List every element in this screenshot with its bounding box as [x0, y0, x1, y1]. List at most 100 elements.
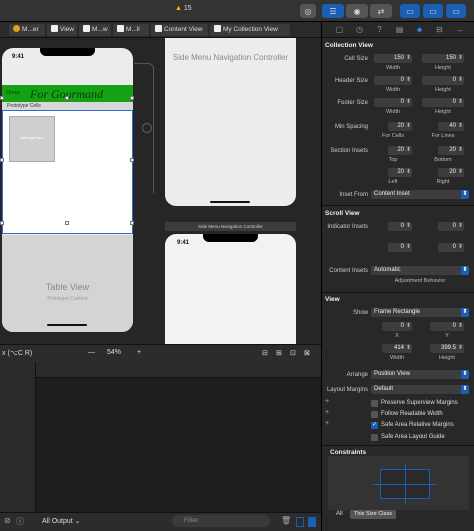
jump-tab-content-view[interactable]: Content View	[151, 24, 208, 36]
auto-icon[interactable]: ⊘	[4, 516, 11, 525]
content-insets-select[interactable]: Automatic	[371, 266, 469, 275]
inset-from-select[interactable]: Content Inset	[371, 190, 469, 199]
indicator-inset-field[interactable]: 0	[438, 243, 464, 252]
split-left-icon[interactable]	[296, 517, 304, 527]
table-view[interactable]: Table View Prototype Content	[2, 235, 133, 332]
constraints-panel	[328, 456, 469, 510]
indicator-inset-field[interactable]: 0	[388, 222, 412, 231]
help-icon[interactable]: ?	[375, 25, 384, 34]
top-caption: Top	[388, 157, 398, 163]
inspector-toggle-icon[interactable]: ▭	[446, 4, 466, 18]
collection-view-selected[interactable]: UIImageView	[2, 110, 133, 234]
jump-tab-view[interactable]: View	[47, 24, 77, 36]
variables-view[interactable]	[0, 362, 36, 512]
info-icon[interactable]: ⓘ	[16, 516, 24, 527]
scene-bottom-phone[interactable]: 9:41	[165, 234, 296, 344]
resize-handle[interactable]	[65, 96, 69, 100]
resize-handle[interactable]	[0, 96, 4, 100]
editor-assistant-icon[interactable]: ◉	[346, 4, 368, 18]
resize-handle[interactable]	[0, 158, 4, 162]
inset-top-field[interactable]: 20	[388, 146, 412, 155]
scene-main-phone[interactable]: 9:41 Home For Gourmand Prototype Cells U…	[2, 48, 133, 332]
debug-toggle-icon[interactable]: ▭	[423, 4, 443, 18]
segue-icon[interactable]	[142, 123, 152, 133]
segment-all[interactable]: All	[336, 511, 343, 517]
header-width-field[interactable]: 0	[374, 76, 412, 85]
inset-bottom-field[interactable]: 20	[438, 146, 464, 155]
preserve-superview-label: Preserve Superview Margins	[381, 400, 458, 406]
size-icon[interactable]: ⊟	[435, 25, 444, 34]
identity-icon[interactable]: ▤	[395, 25, 404, 34]
resolve-icon[interactable]: ⊠	[304, 349, 310, 357]
output-scope-select[interactable]: All Output ⌄	[42, 517, 81, 525]
scroll-view-header[interactable]: Scroll View	[325, 210, 360, 217]
warning-indicator[interactable]: ▲ 15	[175, 5, 192, 12]
console-view[interactable]	[36, 378, 321, 512]
width-caption: Width	[385, 65, 401, 71]
for-lines-caption: For Lines	[431, 133, 455, 139]
inset-right-field[interactable]: 20	[438, 168, 464, 177]
constraints-header[interactable]: Constraints	[330, 449, 366, 456]
collection-view-header[interactable]: Collection View	[325, 42, 373, 49]
trash-icon[interactable]: 🗑	[281, 516, 291, 525]
safe-area-margins-checkbox[interactable]: ✓	[371, 422, 378, 429]
file-inspector-icon[interactable]: ▢	[335, 25, 344, 34]
target-icon[interactable]: ◎	[300, 4, 316, 18]
jump-tab-collection-view[interactable]: My Collection View	[210, 24, 290, 36]
spacing-cells-field[interactable]: 20	[388, 122, 412, 131]
spacing-lines-field[interactable]: 40	[438, 122, 464, 131]
resize-handle[interactable]	[65, 221, 69, 225]
arrange-select[interactable]: Position View	[371, 370, 469, 379]
layout-margins-select[interactable]: Default	[371, 385, 469, 394]
jump-tab-ml[interactable]: M...ll	[113, 24, 149, 36]
resize-handle[interactable]	[130, 158, 134, 162]
add-variation-icon[interactable]: +	[325, 420, 329, 427]
scene-title-bar[interactable]: Side Menu Navigation Controller	[165, 222, 296, 231]
navigator-toggle-icon[interactable]: ▭	[400, 4, 420, 18]
cell-height-field[interactable]: 150	[422, 54, 464, 63]
attributes-icon[interactable]: ⬥	[415, 25, 424, 34]
header-height-field[interactable]: 0	[422, 76, 464, 85]
frame-height-field[interactable]: 399.5	[430, 344, 464, 353]
cell-width-field[interactable]: 150	[374, 54, 412, 63]
preserve-superview-checkbox[interactable]	[371, 400, 378, 407]
follow-readable-checkbox[interactable]	[371, 411, 378, 418]
console-filter-input[interactable]: Filter	[172, 515, 270, 527]
uiimageview-placeholder[interactable]: UIImageView	[9, 116, 55, 162]
pin-icon[interactable]: ⊡	[290, 349, 296, 357]
frame-width-field[interactable]: 414	[382, 344, 412, 353]
home-indicator	[47, 324, 87, 326]
indicator-inset-field[interactable]: 0	[438, 222, 464, 231]
frame-x-field[interactable]: 0	[382, 322, 412, 331]
add-variation-icon[interactable]: +	[325, 398, 329, 405]
resize-handle[interactable]	[130, 96, 134, 100]
zoom-in-button[interactable]: +	[137, 349, 141, 356]
resize-handle[interactable]	[0, 221, 4, 225]
connections-icon[interactable]: →	[455, 25, 464, 34]
editor-version-icon[interactable]: ⇄	[370, 4, 392, 18]
indicator-inset-field[interactable]: 0	[388, 243, 412, 252]
segment-this-size-class[interactable]: This Size Class	[350, 510, 396, 519]
resize-handle[interactable]	[130, 221, 134, 225]
jump-tab-storyboard[interactable]: M...er	[9, 24, 45, 36]
footer-width-field[interactable]: 0	[374, 98, 412, 107]
inset-left-field[interactable]: 20	[388, 168, 412, 177]
zoom-out-button[interactable]: —	[88, 349, 95, 356]
storyboard-canvas[interactable]: 9:41 Home For Gourmand Prototype Cells U…	[0, 38, 321, 344]
align-icon[interactable]: ⊞	[276, 349, 282, 357]
safe-area-margins-label: Safe Area Relative Margins	[381, 422, 454, 428]
device-appearance-label[interactable]: x (⌥C R)	[2, 349, 32, 357]
add-variation-icon[interactable]: +	[325, 409, 329, 416]
safe-area-guide-checkbox[interactable]	[371, 434, 378, 441]
footer-height-field[interactable]: 0	[422, 98, 464, 107]
editor-standard-icon[interactable]: ☰	[322, 4, 344, 18]
phone-notch	[203, 234, 258, 242]
embed-icon[interactable]: ⊟	[262, 349, 268, 357]
view-header[interactable]: View	[325, 296, 340, 303]
history-icon[interactable]: ◷	[355, 25, 364, 34]
split-right-icon[interactable]	[308, 517, 316, 527]
scene-side-menu-nav[interactable]: Side Menu Navigation Controller	[165, 38, 296, 206]
show-select[interactable]: Frame Rectangle	[371, 308, 469, 317]
frame-y-field[interactable]: 0	[430, 322, 464, 331]
jump-tab-mw[interactable]: M...w	[79, 24, 111, 36]
